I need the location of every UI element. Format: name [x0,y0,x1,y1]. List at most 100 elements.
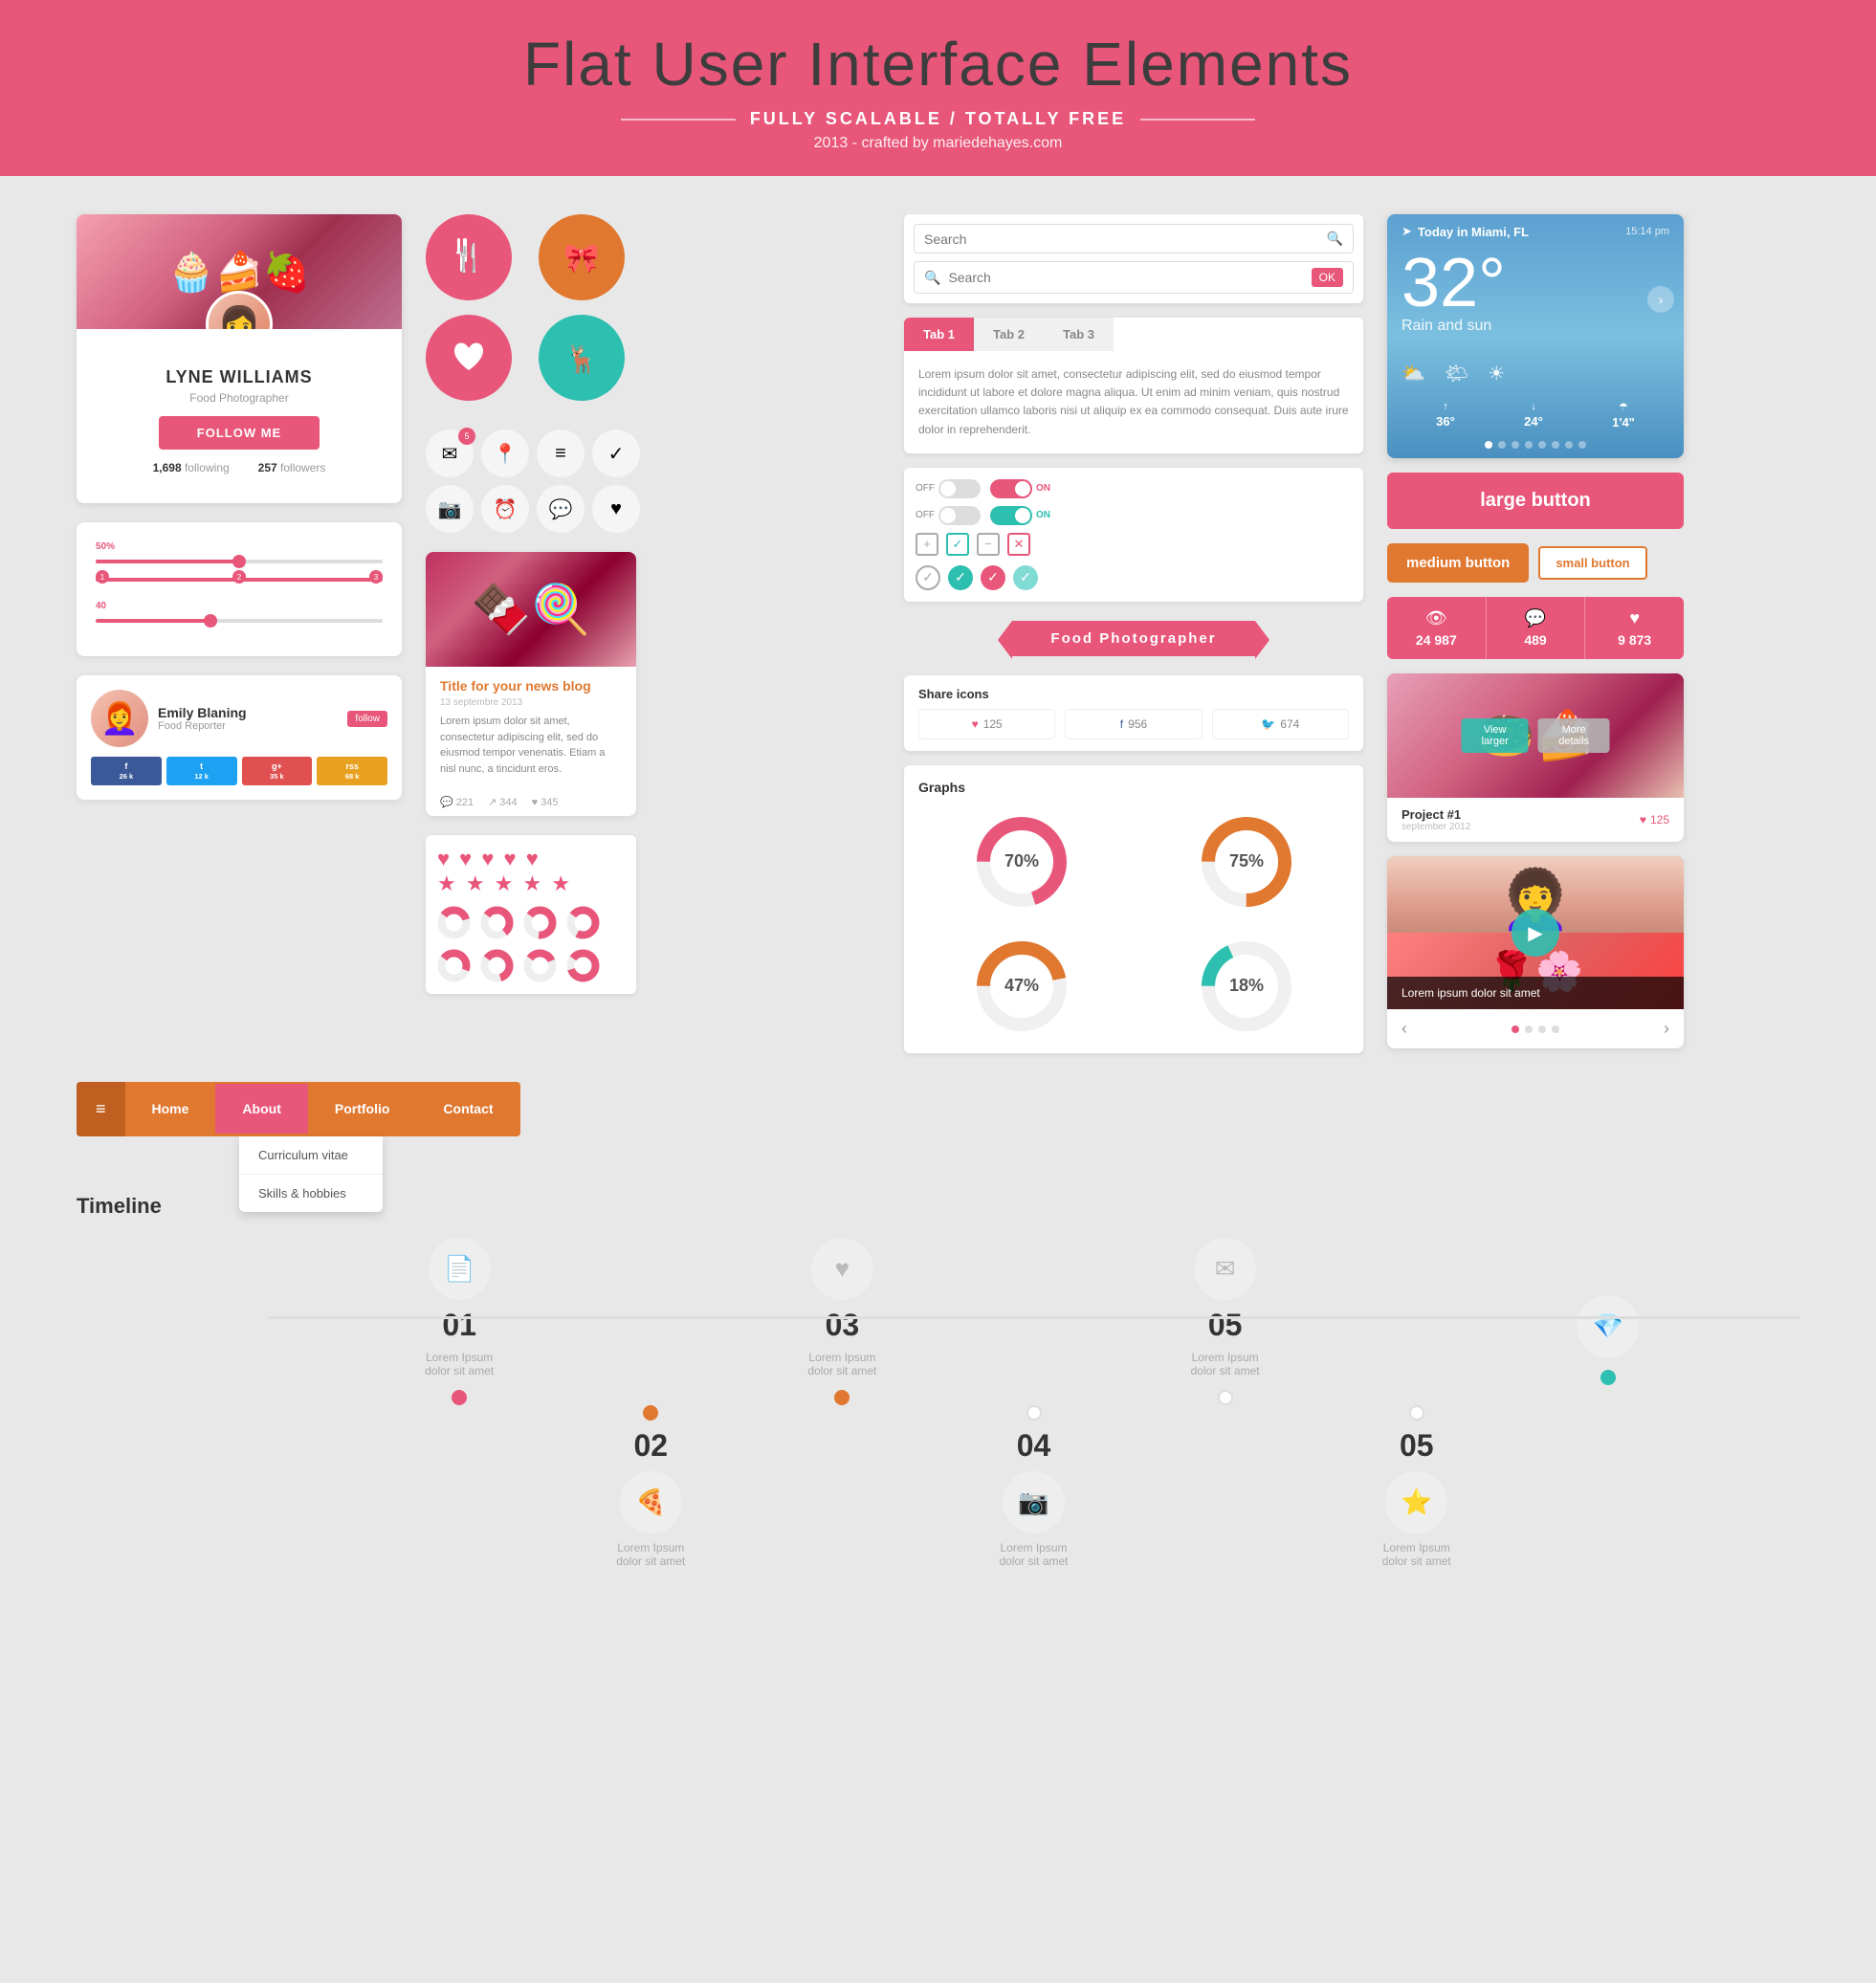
slider-track-1[interactable] [96,560,383,563]
follow-button[interactable]: FOLLOW ME [159,416,320,450]
header-subtitle: FULLY SCALABLE / TOTALLY FREE [750,109,1126,129]
weather-rain-icon: ☂ [1619,401,1628,413]
weather-dot-4[interactable] [1525,441,1533,449]
mini-pie-7 [523,949,557,982]
weather-dot-5[interactable] [1538,441,1546,449]
timeline-section: Timeline 📄 01 Lorem Ipsumdolor sit amet [77,1156,1799,1568]
social-googleplus-button[interactable]: g+35 k [242,757,313,785]
slider-handle-3[interactable] [204,614,217,628]
timeline-text-2: Lorem Ipsumdolor sit amet [616,1541,685,1568]
nav-about[interactable]: About [215,1084,307,1134]
dropdown-cv[interactable]: Curriculum vitae [239,1136,383,1175]
weather-dot-7[interactable] [1565,441,1573,449]
weather-stat-rain: ☂ 1'4" [1612,401,1635,430]
timeline-text-5b: Lorem Ipsumdolor sit amet [1382,1541,1451,1568]
timeline-num-1: 01 [442,1308,476,1343]
weather-dot-3[interactable] [1512,441,1519,449]
share-facebook-button[interactable]: f 956 [1065,709,1202,739]
weather-next-button[interactable]: › [1647,286,1674,313]
large-button[interactable]: large button [1387,473,1684,529]
icon-circle-bow[interactable]: 🎀 [539,214,625,300]
video-dot-2[interactable] [1525,1025,1533,1033]
slider-tick-1[interactable]: 1 [96,570,109,584]
mini-pie-2 [480,906,514,939]
video-dot-1[interactable] [1512,1025,1519,1033]
small-icon-email[interactable]: ✉ 5 [426,430,474,477]
medium-button[interactable]: medium button [1387,543,1529,583]
toggle-1-off: OFF [916,479,981,498]
hamburger-menu[interactable]: ≡ [77,1082,125,1136]
small-icon-check[interactable]: ✓ [592,430,640,477]
icon-circle-heart[interactable] [426,315,512,401]
small-icon-chat[interactable]: 💬 [537,485,585,533]
toggle-switch-3[interactable] [938,506,981,525]
weather-dot-2[interactable] [1498,441,1506,449]
small-icon-camera[interactable]: 📷 [426,485,474,533]
nav-portfolio[interactable]: Portfolio [308,1084,417,1134]
check-teal-1[interactable]: ✓ [1013,565,1038,590]
toggle-switch-1[interactable] [938,479,981,498]
twitter-icon: 🐦 [1261,717,1275,731]
small-button[interactable]: small button [1538,546,1646,580]
slider-val-label: 40 [96,601,383,611]
icon-circle-utensils[interactable]: 🍴 [426,214,512,300]
view-larger-button[interactable]: View larger [1462,718,1529,753]
timeline-text-3: Lorem Ipsumdolor sit amet [807,1351,876,1377]
video-dot-4[interactable] [1552,1025,1559,1033]
social-twitter-button[interactable]: t12 k [166,757,237,785]
video-play-button[interactable]: ▶ [1512,909,1559,957]
social-facebook-button[interactable]: f26 k [91,757,162,785]
dropdown-skills[interactable]: Skills & hobbies [239,1175,383,1212]
toggle-off-label-2: OFF [916,510,935,520]
tab-2[interactable]: Tab 2 [974,318,1044,351]
cb-checked[interactable]: ✓ [946,533,969,556]
slider-tick-3[interactable]: 3 [369,570,383,584]
video-prev-button[interactable]: ‹ [1401,1019,1407,1039]
cb-x[interactable]: ✕ [1007,533,1030,556]
share-twitter-button[interactable]: 🐦 674 [1212,709,1349,739]
cb-plus[interactable]: + [916,533,938,556]
search-input-2[interactable] [948,270,1303,285]
reporter-follow-button[interactable]: follow [347,711,387,727]
tab-3[interactable]: Tab 3 [1044,318,1114,351]
weather-temp: 32° [1401,249,1669,318]
weather-dot-6[interactable] [1552,441,1559,449]
more-details-button[interactable]: More details [1538,718,1610,753]
svg-text:70%: 70% [1004,851,1038,870]
slider-handle-1[interactable] [232,555,246,568]
video-next-button[interactable]: › [1664,1019,1669,1039]
nav-contact[interactable]: Contact [416,1084,519,1134]
search-icon[interactable]: 🔍 [1327,231,1343,247]
small-icon-heart[interactable]: ♥ [592,485,640,533]
search-ok-button[interactable]: OK [1312,268,1343,287]
cb-minus[interactable]: − [977,533,1000,556]
social-rss-button[interactable]: rss68 k [317,757,387,785]
check-pink-1[interactable]: ✓ [981,565,1005,590]
icon-circle-deer[interactable]: 🦌 [539,315,625,401]
weather-dot-8[interactable] [1578,441,1586,449]
bottom-section: ≡ Home About Portfolio Contact Curriculu… [0,1072,1876,1606]
nav-home[interactable]: Home [125,1084,216,1134]
toggle-switch-2[interactable] [990,479,1032,498]
search-input-1[interactable] [924,231,1319,247]
weather-card: ➤ Today in Miami, FL 15:14 pm 32° Rain a… [1387,214,1684,458]
tab-1[interactable]: Tab 1 [904,318,974,351]
check-green-1[interactable]: ✓ [948,565,973,590]
slider-tick-2[interactable]: 2 [232,570,246,584]
timeline-item-3: ♥ 03 Lorem Ipsumdolor sit amet [651,1238,1033,1405]
tabs-section: Tab 1 Tab 2 Tab 3 Lorem ipsum dolor sit … [904,318,1363,453]
project-image: 🍩🍰 View larger More details [1387,673,1684,798]
video-nav: ‹ › [1387,1009,1684,1048]
weather-dot-1[interactable] [1485,441,1492,449]
small-icon-location[interactable]: 📍 [481,430,529,477]
check-empty-1[interactable]: ✓ [916,565,940,590]
slider-track-3[interactable] [96,619,383,623]
share-heart-button[interactable]: ♥ 125 [918,709,1055,739]
small-icon-clock[interactable]: ⏰ [481,485,529,533]
svg-text:🦌: 🦌 [564,343,598,375]
timeline-node-end [1600,1370,1616,1385]
video-dot-3[interactable] [1538,1025,1546,1033]
small-icon-menu[interactable]: ≡ [537,430,585,477]
toggle-switch-4[interactable] [990,506,1032,525]
checkboxes-row: + ✓ − ✕ [916,533,1352,556]
